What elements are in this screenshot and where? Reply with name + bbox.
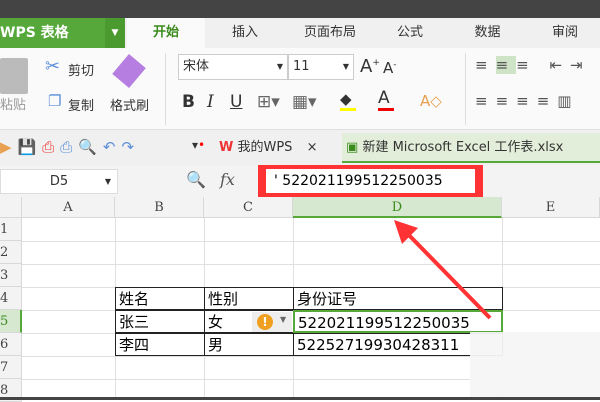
fx-button[interactable]: fx <box>220 170 235 189</box>
font-size-value: 11 <box>293 59 310 74</box>
copy-icon: ❐ <box>48 92 62 110</box>
column-header-d[interactable]: D <box>293 197 502 218</box>
chevron-down-icon[interactable]: ▼ <box>105 18 125 48</box>
row-header-4[interactable]: 4 <box>0 287 22 310</box>
cell-style-icon[interactable]: ▦▾ <box>292 92 317 112</box>
cell-b4[interactable]: 姓名 <box>115 287 205 310</box>
close-tab-icon[interactable]: × <box>297 140 318 155</box>
tab-data[interactable]: 数据 <box>445 18 530 48</box>
column-header-b[interactable]: B <box>115 197 204 218</box>
increase-font-icon[interactable]: A+ <box>360 56 380 77</box>
cell-c6[interactable]: 男 <box>204 333 294 356</box>
row-header-5[interactable]: 5 <box>0 310 22 333</box>
bold-button[interactable]: B <box>182 92 195 112</box>
name-box-value: D5 <box>49 174 69 189</box>
horizontal-align-icons[interactable]: ≡≡≡≡▥ <box>475 92 579 110</box>
tab-insert[interactable]: 插入 <box>205 18 285 48</box>
tab-home[interactable]: 开始 <box>127 18 205 48</box>
tab-formulas[interactable]: 公式 <box>375 18 445 48</box>
column-header-a[interactable]: A <box>22 197 115 218</box>
decrease-font-icon[interactable]: A- <box>383 59 397 77</box>
quick-access-icons[interactable]: ▶💾⎙⎙🔍↶↷ <box>0 138 140 156</box>
doc-tab-my-wps[interactable]: W 我的WPS × <box>215 133 340 163</box>
underline-button[interactable]: U <box>230 92 242 112</box>
font-name-select[interactable]: 宋体 ▼ <box>178 54 288 80</box>
select-all-corner[interactable] <box>0 197 22 218</box>
divider <box>165 53 166 125</box>
vertical-align-icons[interactable]: ≡≡≡ ⇤⇥ <box>475 56 591 74</box>
divider <box>465 53 466 125</box>
ribbon: 粘贴 ✂ 剪切 ❐ 复制 格式刷 宋体 ▼ 11 ▼ A+ A- B I U ⊞▾ … <box>0 48 600 130</box>
formula-input-highlight[interactable]: ' 522021199512250035 <box>258 165 483 197</box>
wps-logo-icon: W <box>219 140 234 155</box>
row-header-7[interactable]: 7 <box>0 356 22 379</box>
chevron-down-icon: ▼ <box>280 315 287 324</box>
watermark-overlay <box>470 332 600 397</box>
customize-toolbar-icon[interactable]: ▾• <box>192 138 205 152</box>
paste-button[interactable]: 粘贴 <box>0 94 26 113</box>
tab-review[interactable]: 审阅 <box>530 18 600 48</box>
warning-icon: ! <box>257 314 273 330</box>
font-name-value: 宋体 <box>183 59 210 74</box>
formula-input[interactable]: ' 522021199512250035 <box>266 169 475 193</box>
gridline <box>22 264 600 265</box>
error-check-button[interactable]: ! ▼ <box>252 312 292 332</box>
gridline <box>22 241 600 242</box>
paste-icon[interactable] <box>0 58 28 94</box>
scissors-icon: ✂ <box>45 56 61 77</box>
column-header-e[interactable]: E <box>502 197 600 218</box>
row-header-3[interactable]: 3 <box>0 264 22 287</box>
doc-tab-workbook[interactable]: ▣ 新建 Microsoft Excel 工作表.xlsx <box>342 133 600 163</box>
cut-button[interactable]: 剪切 <box>68 60 94 79</box>
app-menu-button[interactable]: WPS 表格 <box>0 18 105 48</box>
format-painter-button[interactable]: 格式刷 <box>110 95 149 114</box>
font-size-select[interactable]: 11 ▼ <box>288 54 354 80</box>
font-color-icon[interactable]: A <box>378 88 394 111</box>
tab-page-layout[interactable]: 页面布局 <box>285 18 375 48</box>
zoom-search-icon[interactable]: 🔍 <box>186 170 206 189</box>
red-arrow-annotation <box>394 220 492 320</box>
doc-tab-label: 我的WPS <box>237 140 293 155</box>
name-box[interactable]: D5 ▼ <box>0 169 118 194</box>
row-header-1[interactable]: 1 <box>0 218 22 241</box>
excel-file-icon: ▣ <box>346 140 359 155</box>
app-title: WPS 表格 <box>0 25 69 41</box>
window-title-bar <box>0 0 600 18</box>
format-painter-icon <box>112 53 146 89</box>
fill-color-icon[interactable]: ◆ <box>340 90 356 111</box>
spreadsheet-grid[interactable]: A B C D E 1 2 3 4 5 6 7 8 姓名 性别 身份证号 张三 … <box>0 197 600 402</box>
cell-b6[interactable]: 李四 <box>115 333 205 356</box>
cell-b5[interactable]: 张三 <box>115 310 205 333</box>
row-header-6[interactable]: 6 <box>0 333 22 356</box>
row-header-2[interactable]: 2 <box>0 241 22 264</box>
cell-c4[interactable]: 性别 <box>204 287 294 310</box>
copy-button[interactable]: 复制 <box>68 95 94 114</box>
borders-icon[interactable]: ⊞▾ <box>257 92 280 112</box>
doc-tab-label: 新建 Microsoft Excel 工作表.xlsx <box>362 140 564 155</box>
clear-format-icon[interactable]: A◇ <box>420 92 442 110</box>
column-header-c[interactable]: C <box>204 197 293 218</box>
italic-button[interactable]: I <box>207 92 214 112</box>
